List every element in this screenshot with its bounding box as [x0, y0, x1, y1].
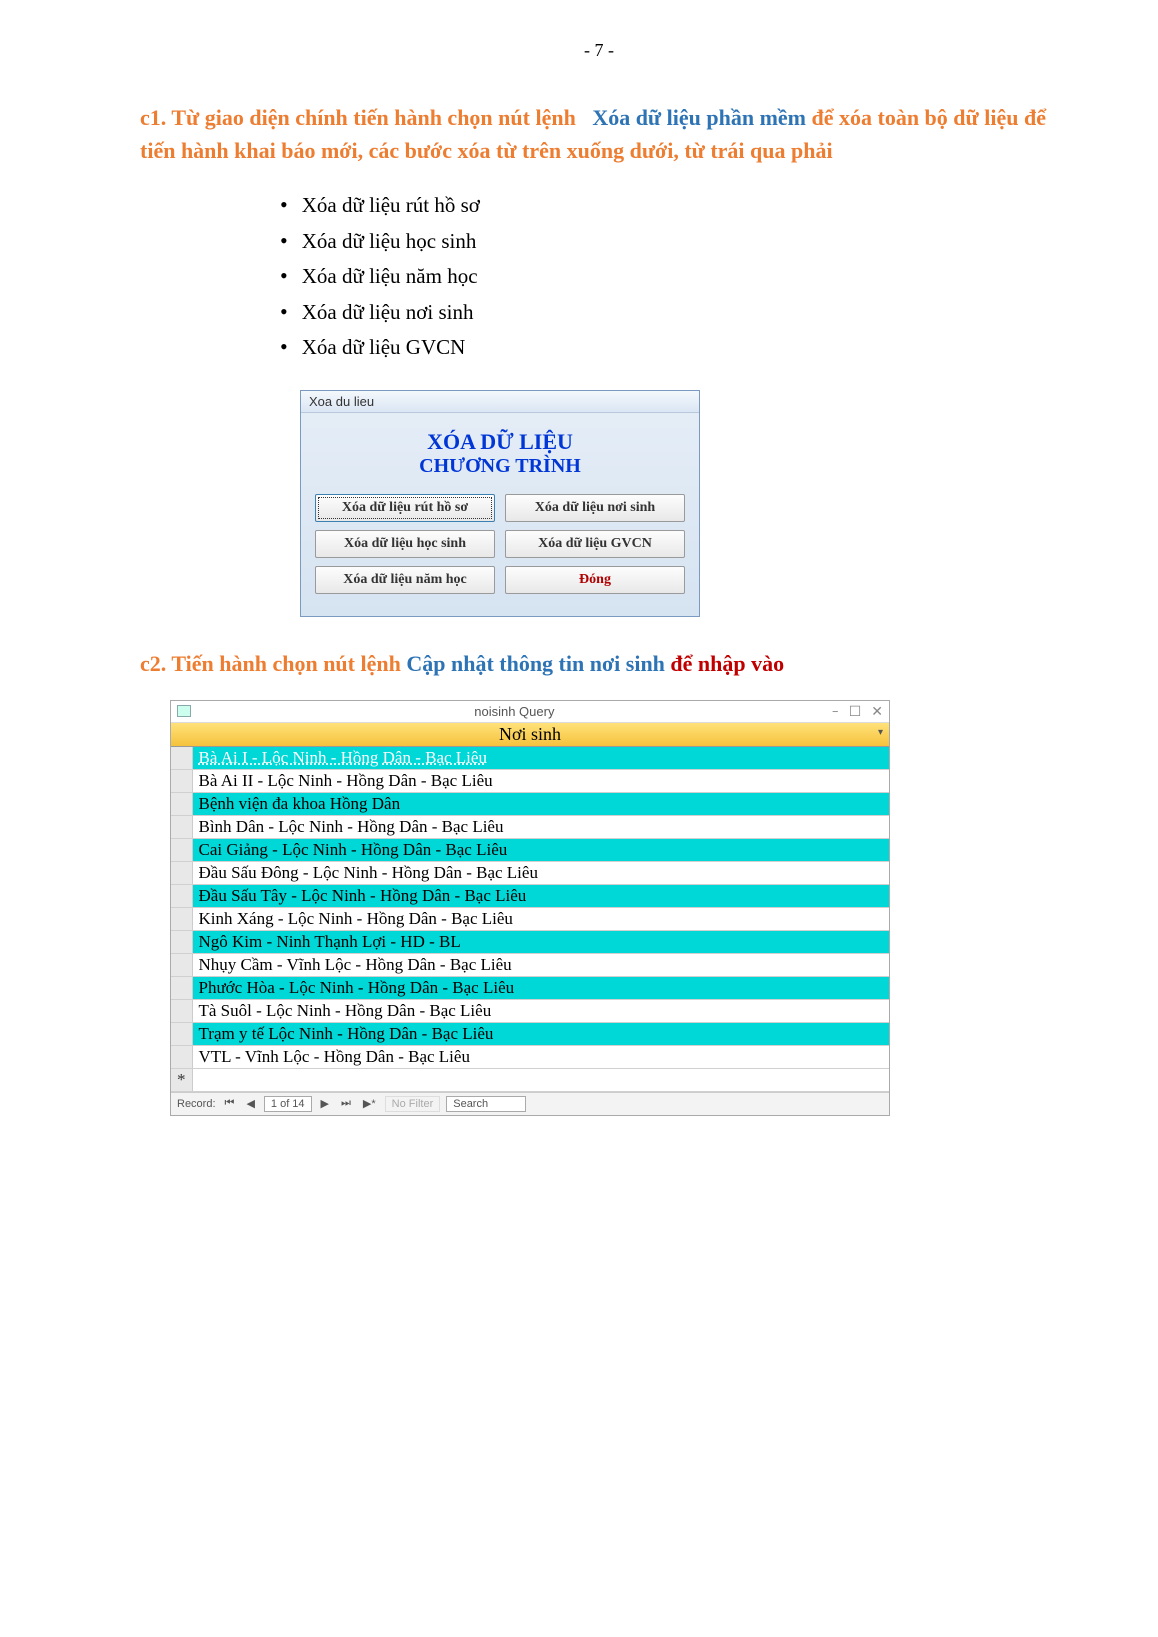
row-selector[interactable]	[171, 815, 192, 838]
row-selector[interactable]	[171, 884, 192, 907]
column-header-label: Nơi sinh	[499, 724, 561, 744]
close-icon[interactable]: ✕	[871, 703, 883, 720]
cell-noi-sinh[interactable]: Bà Ai II - Lộc Ninh - Hồng Dân - Bạc Liê…	[192, 769, 889, 792]
btn-xoa-rut-ho-so[interactable]: Xóa dữ liệu rút hồ sơ	[315, 494, 495, 522]
window-title: noisinh Query	[197, 704, 832, 719]
row-selector[interactable]	[171, 907, 192, 930]
row-selector[interactable]	[171, 838, 192, 861]
record-label: Record:	[177, 1098, 216, 1110]
cell-noi-sinh[interactable]: Bà Ai I - Lộc Ninh - Hồng Dân - Bạc Liêu	[192, 747, 889, 770]
table-row[interactable]: Bệnh viện đa khoa Hồng Dân	[171, 792, 889, 815]
cell-noi-sinh[interactable]: Nhụy Cầm - Vĩnh Lộc - Hồng Dân - Bạc Liê…	[192, 953, 889, 976]
datasheet-icon	[177, 705, 191, 717]
table-row[interactable]: Bình Dân - Lộc Ninh - Hồng Dân - Bạc Liê…	[171, 815, 889, 838]
row-selector[interactable]	[171, 792, 192, 815]
row-selector[interactable]	[171, 1022, 192, 1045]
heading-c2-command: Cập nhật thông tin nơi sinh	[406, 651, 665, 676]
cell-noi-sinh[interactable]: Kinh Xáng - Lộc Ninh - Hồng Dân - Bạc Li…	[192, 907, 889, 930]
bullet-item: Xóa dữ liệu nơi sinh	[280, 294, 1058, 330]
btn-dong[interactable]: Đóng	[505, 566, 685, 594]
heading-c2-prefix: c2. Tiến hành chọn nút lệnh	[140, 651, 401, 676]
table-row[interactable]: Bà Ai II - Lộc Ninh - Hồng Dân - Bạc Liê…	[171, 769, 889, 792]
table-row[interactable]: Nhụy Cầm - Vĩnh Lộc - Hồng Dân - Bạc Liê…	[171, 953, 889, 976]
dialog-titlebar[interactable]: Xoa du lieu	[301, 391, 699, 413]
table-row[interactable]: VTL - Vĩnh Lộc - Hồng Dân - Bạc Liêu	[171, 1045, 889, 1068]
page-number: - 7 -	[140, 40, 1058, 61]
row-selector[interactable]	[171, 976, 192, 999]
cell-noi-sinh[interactable]: VTL - Vĩnh Lộc - Hồng Dân - Bạc Liêu	[192, 1045, 889, 1068]
delete-dialog: Xoa du lieu XÓA DỮ LIỆU CHƯƠNG TRÌNH Xóa…	[300, 390, 700, 617]
cell-noi-sinh[interactable]: Trạm y tế Lộc Ninh - Hồng Dân - Bạc Liêu	[192, 1022, 889, 1045]
cell-noi-sinh[interactable]: Ngô Kim - Ninh Thạnh Lợi - HD - BL	[192, 930, 889, 953]
new-record-row[interactable]: *	[171, 1068, 889, 1091]
dialog-heading-1: XÓA DỮ LIỆU	[315, 429, 685, 455]
record-counter[interactable]: 1 of 14	[264, 1096, 312, 1112]
table-row[interactable]: Tà Suôl - Lộc Ninh - Hồng Dân - Bạc Liêu	[171, 999, 889, 1022]
nav-last-icon[interactable]: ⏭	[338, 1097, 354, 1110]
bullet-item: Xóa dữ liệu năm học	[280, 258, 1058, 294]
heading-c1-command: Xóa dữ liệu phần mềm	[592, 105, 806, 130]
table-row[interactable]: Phước Hòa - Lộc Ninh - Hồng Dân - Bạc Li…	[171, 976, 889, 999]
nav-next-icon[interactable]: ▶	[318, 1097, 332, 1110]
nav-prev-icon[interactable]: ◀	[243, 1097, 257, 1110]
cell-noi-sinh[interactable]: Đầu Sấu Tây - Lộc Ninh - Hồng Dân - Bạc …	[192, 884, 889, 907]
table-row[interactable]: Bà Ai I - Lộc Ninh - Hồng Dân - Bạc Liêu	[171, 747, 889, 770]
row-selector[interactable]	[171, 769, 192, 792]
bullet-item: Xóa dữ liệu rút hồ sơ	[280, 187, 1058, 223]
cell-noi-sinh[interactable]: Bình Dân - Lộc Ninh - Hồng Dân - Bạc Liê…	[192, 815, 889, 838]
bullet-item: Xóa dữ liệu GVCN	[280, 329, 1058, 365]
datasheet-table: Bà Ai I - Lộc Ninh - Hồng Dân - Bạc Liêu…	[171, 747, 889, 1092]
access-datasheet-window: noisinh Query − ☐ ✕ Nơi sinh ▾ Bà Ai I -…	[170, 700, 890, 1116]
bullet-item: Xóa dữ liệu học sinh	[280, 223, 1058, 259]
row-selector[interactable]	[171, 953, 192, 976]
nav-new-icon[interactable]: ▶*	[360, 1097, 379, 1110]
cell-noi-sinh[interactable]: Phước Hòa - Lộc Ninh - Hồng Dân - Bạc Li…	[192, 976, 889, 999]
cell-noi-sinh[interactable]: Bệnh viện đa khoa Hồng Dân	[192, 792, 889, 815]
bullet-list: Xóa dữ liệu rút hồ sơ Xóa dữ liệu học si…	[280, 187, 1058, 365]
dropdown-icon[interactable]: ▾	[878, 727, 883, 738]
maximize-icon[interactable]: ☐	[849, 703, 862, 720]
dialog-heading-2: CHƯƠNG TRÌNH	[315, 455, 685, 478]
cell-noi-sinh[interactable]: Tà Suôl - Lộc Ninh - Hồng Dân - Bạc Liêu	[192, 999, 889, 1022]
no-filter-label[interactable]: No Filter	[385, 1096, 441, 1112]
row-selector[interactable]	[171, 999, 192, 1022]
minimize-icon[interactable]: −	[832, 703, 839, 720]
cell-noi-sinh[interactable]: Cai Giảng - Lộc Ninh - Hồng Dân - Bạc Li…	[192, 838, 889, 861]
column-header-noi-sinh[interactable]: Nơi sinh ▾	[171, 723, 889, 747]
record-navigator: Record: ⏮ ◀ 1 of 14 ▶ ⏭ ▶* No Filter Sea…	[171, 1092, 889, 1115]
btn-xoa-gvcn[interactable]: Xóa dữ liệu GVCN	[505, 530, 685, 558]
table-row[interactable]: Kinh Xáng - Lộc Ninh - Hồng Dân - Bạc Li…	[171, 907, 889, 930]
table-row[interactable]: Đầu Sấu Đông - Lộc Ninh - Hồng Dân - Bạc…	[171, 861, 889, 884]
row-selector[interactable]	[171, 861, 192, 884]
window-titlebar[interactable]: noisinh Query − ☐ ✕	[171, 701, 889, 723]
heading-c1: c1. Từ giao diện chính tiến hành chọn nú…	[140, 101, 1058, 167]
table-row[interactable]: Đầu Sấu Tây - Lộc Ninh - Hồng Dân - Bạc …	[171, 884, 889, 907]
cell-noi-sinh[interactable]	[192, 1068, 889, 1091]
row-selector[interactable]	[171, 747, 192, 770]
search-input[interactable]: Search	[446, 1096, 526, 1112]
cell-noi-sinh[interactable]: Đầu Sấu Đông - Lộc Ninh - Hồng Dân - Bạc…	[192, 861, 889, 884]
nav-first-icon[interactable]: ⏮	[222, 1097, 238, 1110]
row-selector[interactable]	[171, 1045, 192, 1068]
table-row[interactable]: Ngô Kim - Ninh Thạnh Lợi - HD - BL	[171, 930, 889, 953]
btn-xoa-nam-hoc[interactable]: Xóa dữ liệu năm học	[315, 566, 495, 594]
new-record-icon[interactable]: *	[171, 1068, 192, 1091]
row-selector[interactable]	[171, 930, 192, 953]
table-row[interactable]: Cai Giảng - Lộc Ninh - Hồng Dân - Bạc Li…	[171, 838, 889, 861]
heading-c1-prefix: c1. Từ giao diện chính tiến hành chọn nú…	[140, 105, 576, 130]
heading-c2: c2. Tiến hành chọn nút lệnh Cập nhật thô…	[140, 647, 1058, 680]
heading-c2-suffix: để nhập vào	[670, 651, 784, 676]
btn-xoa-hoc-sinh[interactable]: Xóa dữ liệu học sinh	[315, 530, 495, 558]
btn-xoa-noi-sinh[interactable]: Xóa dữ liệu nơi sinh	[505, 494, 685, 522]
table-row[interactable]: Trạm y tế Lộc Ninh - Hồng Dân - Bạc Liêu	[171, 1022, 889, 1045]
